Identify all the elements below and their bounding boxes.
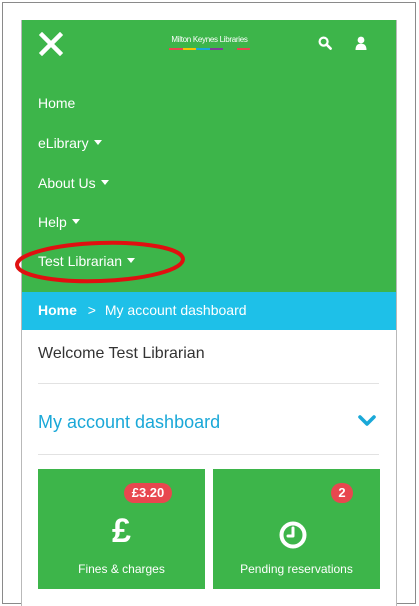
nav-item-label: About Us <box>38 175 96 191</box>
logo-stripe-segment <box>196 48 210 50</box>
tile-label: Pending reservations <box>240 562 353 576</box>
breadcrumb-separator: > <box>87 302 96 318</box>
nav-item-label: Test Librarian <box>38 253 123 269</box>
top-navigation: Milton Keynes Libraries Home eLibrary Ab… <box>22 20 396 292</box>
logo-stripe-segment <box>169 48 183 50</box>
nav-item-label: Help <box>38 214 67 230</box>
user-icon[interactable] <box>355 36 367 50</box>
caret-down-icon <box>93 140 102 145</box>
reservations-badge: 2 <box>331 483 353 503</box>
caret-down-icon <box>100 180 109 185</box>
logo-stripe-segment <box>236 48 250 50</box>
logo-stripe-segment <box>209 48 223 50</box>
fines-charges-tile[interactable]: £3.20 £ Fines & charges <box>38 469 205 589</box>
fines-badge: £3.20 <box>124 483 172 503</box>
search-icon[interactable] <box>318 36 332 50</box>
nav-item-about-us[interactable]: About Us <box>38 174 109 192</box>
caret-down-icon <box>127 258 136 263</box>
logo-stripe-segment <box>182 48 196 50</box>
mobile-viewport: Milton Keynes Libraries Home eLibrary Ab… <box>21 20 397 606</box>
pending-reservations-tile[interactable]: 2 Pending reservations <box>213 469 380 589</box>
breadcrumb-current: My account dashboard <box>104 302 247 318</box>
dashboard-title[interactable]: My account dashboard <box>38 412 220 433</box>
nav-item-home[interactable]: Home <box>38 94 75 112</box>
close-icon[interactable] <box>39 32 63 56</box>
divider <box>38 383 379 384</box>
nav-item-label: Home <box>38 95 76 111</box>
logo-stripe-segment <box>223 48 237 50</box>
nav-item-elibrary[interactable]: eLibrary <box>38 134 102 152</box>
logo-stripe <box>169 48 250 50</box>
breadcrumb-trail: Home > My account dashboard <box>38 302 247 318</box>
tile-label: Fines & charges <box>78 562 165 576</box>
chevron-down-icon[interactable] <box>358 415 376 427</box>
breadcrumb: Home > My account dashboard <box>22 292 396 330</box>
logo-text: Milton Keynes Libraries <box>171 35 248 44</box>
nav-item-help[interactable]: Help <box>38 213 80 231</box>
breadcrumb-home-link[interactable]: Home <box>38 302 77 318</box>
clock-icon <box>279 521 307 549</box>
divider <box>38 454 379 455</box>
pound-icon: £ <box>112 512 131 550</box>
welcome-heading: Welcome Test Librarian <box>38 345 205 362</box>
site-logo[interactable]: Milton Keynes Libraries <box>169 35 250 57</box>
nav-item-label: eLibrary <box>38 135 89 151</box>
caret-down-icon <box>71 219 80 224</box>
nav-item-test-librarian[interactable]: Test Librarian <box>38 252 136 270</box>
